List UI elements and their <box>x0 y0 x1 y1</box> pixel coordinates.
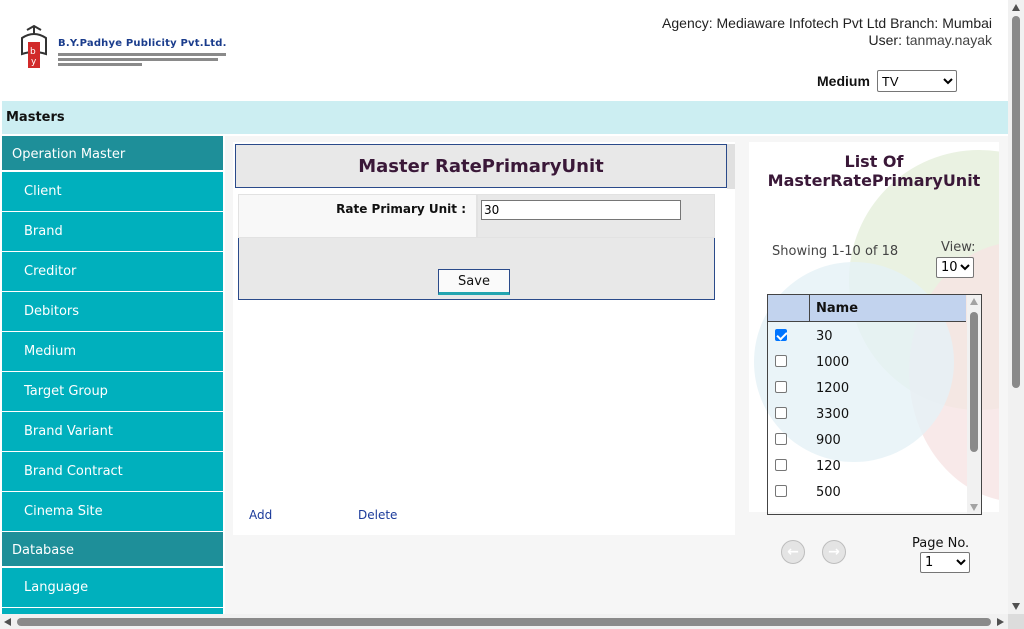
row-name: 3300 <box>816 407 850 422</box>
list-row[interactable]: 1000 <box>768 349 966 375</box>
sidebar-item-debitors[interactable]: Debitors <box>2 292 223 332</box>
branch-name: Mumbai <box>942 15 992 31</box>
company-name: B.Y.Padhye Publicity Pvt.Ltd. <box>58 38 227 49</box>
row-name: 30 <box>816 329 833 344</box>
row-name: 120 <box>816 459 841 474</box>
sidebar-item-client[interactable]: Client <box>2 172 223 212</box>
grid-scroll-thumb[interactable] <box>970 312 978 452</box>
delete-link[interactable]: Delete <box>358 508 397 522</box>
arrow-left-icon: ← <box>787 544 799 560</box>
sidebar-section-database[interactable]: Database <box>2 532 223 568</box>
list-row[interactable]: 1200 <box>768 375 966 401</box>
form-title: Master RatePrimaryUnit <box>358 155 604 177</box>
masters-bar: Masters <box>2 101 1008 134</box>
sidebar-item-creditor[interactable]: Creditor <box>2 252 223 292</box>
sidebar: Operation Master Client Brand Creditor D… <box>2 136 223 614</box>
sidebar-item-target-group[interactable]: Target Group <box>2 372 223 412</box>
arrow-right-icon: → <box>828 544 840 560</box>
list-row[interactable]: 30 <box>768 323 966 349</box>
logo-address-line <box>58 53 226 56</box>
scroll-right-icon[interactable] <box>997 618 1004 626</box>
agency-name: Mediaware Infotech Pvt Ltd <box>716 15 887 31</box>
scroll-left-icon[interactable] <box>4 618 11 626</box>
medium-selector: Medium TV <box>817 70 957 92</box>
sidebar-item-medium[interactable]: Medium <box>2 332 223 372</box>
save-button[interactable]: Save <box>438 269 510 295</box>
sidebar-item-cinema-site[interactable]: Cinema Site <box>2 492 223 532</box>
grid-header-name: Name <box>816 301 859 316</box>
add-link[interactable]: Add <box>249 508 272 522</box>
rate-primary-unit-label: Rate Primary Unit : <box>336 202 466 216</box>
company-logo: b y B.Y.Padhye Publicity Pvt.Ltd. <box>18 24 226 72</box>
horizontal-scrollbar[interactable] <box>0 614 1008 629</box>
row-checkbox[interactable] <box>775 407 787 419</box>
rate-primary-unit-label-cell: Rate Primary Unit : <box>238 194 477 238</box>
sidebar-item-brand[interactable]: Brand <box>2 212 223 252</box>
vertical-scrollbar[interactable] <box>1008 0 1024 614</box>
row-checkbox[interactable] <box>775 433 787 445</box>
row-checkbox[interactable] <box>775 485 787 497</box>
branch-label: Branch: <box>890 15 939 31</box>
showing-count: Showing 1-10 of 18 <box>772 244 899 259</box>
rate-primary-unit-input-cell <box>477 194 715 238</box>
scroll-down-icon[interactable] <box>970 504 978 511</box>
logo-mark-icon: b y <box>21 24 47 68</box>
sidebar-item-brand-contract[interactable]: Brand Contract <box>2 452 223 492</box>
grid-header-select-cell <box>768 295 810 321</box>
svg-text:b: b <box>30 47 36 57</box>
scroll-up-icon[interactable] <box>1012 4 1020 11</box>
user-label: User: <box>868 32 902 48</box>
sidebar-section-operation-master[interactable]: Operation Master <box>2 136 223 172</box>
grid-scrollbar[interactable] <box>967 295 981 514</box>
sidebar-item-language[interactable]: Language <box>2 568 223 608</box>
row-checkbox[interactable] <box>775 355 787 367</box>
list-row[interactable]: 500 <box>768 479 966 505</box>
logo-contact-line <box>58 58 218 61</box>
page-number-label: Page No. <box>912 536 970 551</box>
scroll-down-icon[interactable] <box>1012 603 1020 610</box>
view-label: View: <box>941 240 976 255</box>
sidebar-item-brand-variant[interactable]: Brand Variant <box>2 412 223 452</box>
next-page-button[interactable]: → <box>822 540 846 564</box>
action-links: Add Delete <box>237 503 725 534</box>
logo-gst-line <box>58 63 142 66</box>
scroll-up-icon[interactable] <box>970 298 978 305</box>
list-row[interactable]: 120 <box>768 453 966 479</box>
medium-select[interactable]: TV <box>876 70 957 92</box>
grid-header: Name <box>768 295 966 322</box>
row-name: 900 <box>816 433 841 448</box>
row-name: 500 <box>816 485 841 500</box>
masters-menu[interactable]: Masters <box>6 110 65 125</box>
list-row[interactable]: 3300 <box>768 401 966 427</box>
form-title-box: Master RatePrimaryUnit <box>235 144 727 188</box>
list-row[interactable]: 900 <box>768 427 966 453</box>
row-checkbox[interactable] <box>775 459 787 471</box>
list-grid: Name 30 1000 1200 3300 900 120 500 <box>767 294 982 515</box>
user-name: tanmay.nayak <box>905 32 992 48</box>
horizontal-scroll-thumb[interactable] <box>17 618 991 626</box>
scrollbar-corner <box>1008 614 1024 629</box>
list-title: List Of MasterRatePrimaryUnit <box>767 152 981 190</box>
svg-text:y: y <box>31 57 37 67</box>
prev-page-button[interactable]: ← <box>781 540 805 564</box>
page-select[interactable]: 1 <box>920 552 970 573</box>
page-viewport: b y B.Y.Padhye Publicity Pvt.Ltd. Agency… <box>0 0 1008 614</box>
view-select[interactable]: 10 <box>936 257 974 278</box>
vertical-scroll-thumb[interactable] <box>1012 16 1020 388</box>
medium-label: Medium <box>817 73 870 89</box>
agency-info: Agency: Mediaware Infotech Pvt Ltd Branc… <box>662 15 992 49</box>
rate-primary-unit-input[interactable] <box>481 200 681 220</box>
form-title-strip <box>727 144 735 189</box>
agency-label: Agency: <box>662 15 713 31</box>
row-name: 1200 <box>816 381 850 396</box>
row-checkbox[interactable] <box>775 381 787 393</box>
row-checkbox[interactable] <box>775 329 787 341</box>
row-name: 1000 <box>816 355 850 370</box>
